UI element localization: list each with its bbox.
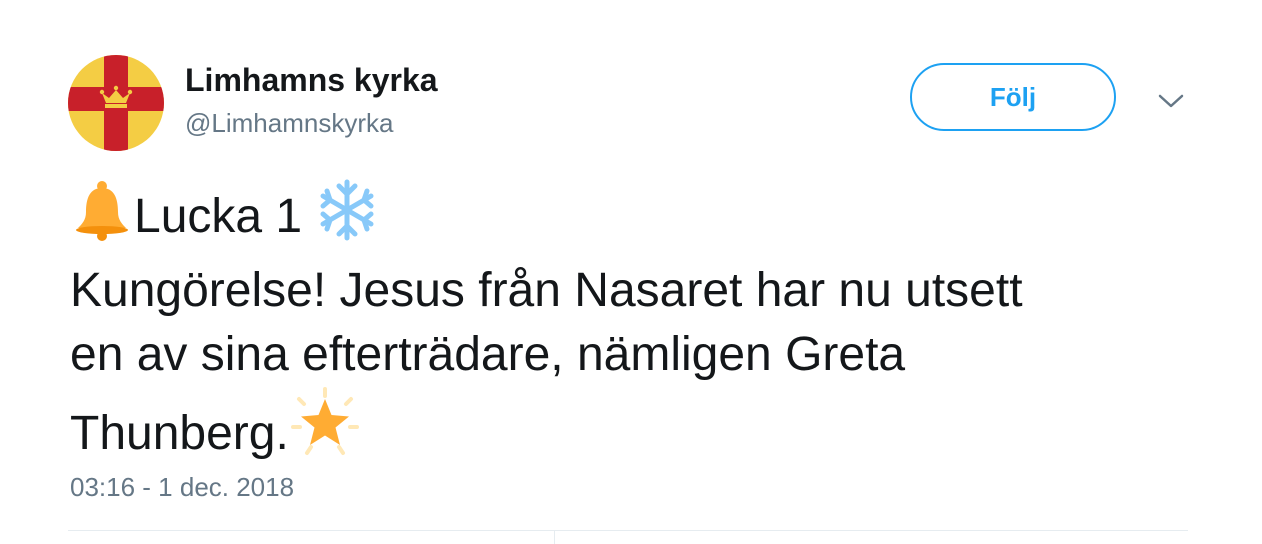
tweet-line: Kungörelse! Jesus från Nasaret har nu ut… [70,264,1023,317]
display-name[interactable]: Limhamns kyrka [185,62,438,98]
user-handle[interactable]: @Limhamnskyrka [185,108,393,138]
church-logo-icon [68,55,164,151]
tweet-line: Lucka 1 [70,178,1190,259]
tweet-line: Thunberg. [70,387,1190,476]
tweet-line: en av sina efterträdare, nämligen Greta [70,328,906,381]
tweet-timestamp[interactable]: 03:16 - 1 dec. 2018 [70,472,294,502]
divider [554,531,555,544]
bell-icon [70,178,134,259]
follow-button[interactable]: Följ [910,63,1116,131]
tweet-line-text: Lucka 1 [134,190,303,243]
avatar[interactable] [68,55,164,151]
tweet-line-text: Thunberg. [70,407,289,460]
chevron-down-icon [1158,94,1184,108]
snowflake-icon [315,178,379,259]
divider [68,530,1188,531]
tweet-text: Lucka 1 Kungörelse! Jesus från Nasaret h… [70,178,1190,476]
glowing-star-icon [289,387,361,476]
more-options-button[interactable] [1156,88,1186,114]
